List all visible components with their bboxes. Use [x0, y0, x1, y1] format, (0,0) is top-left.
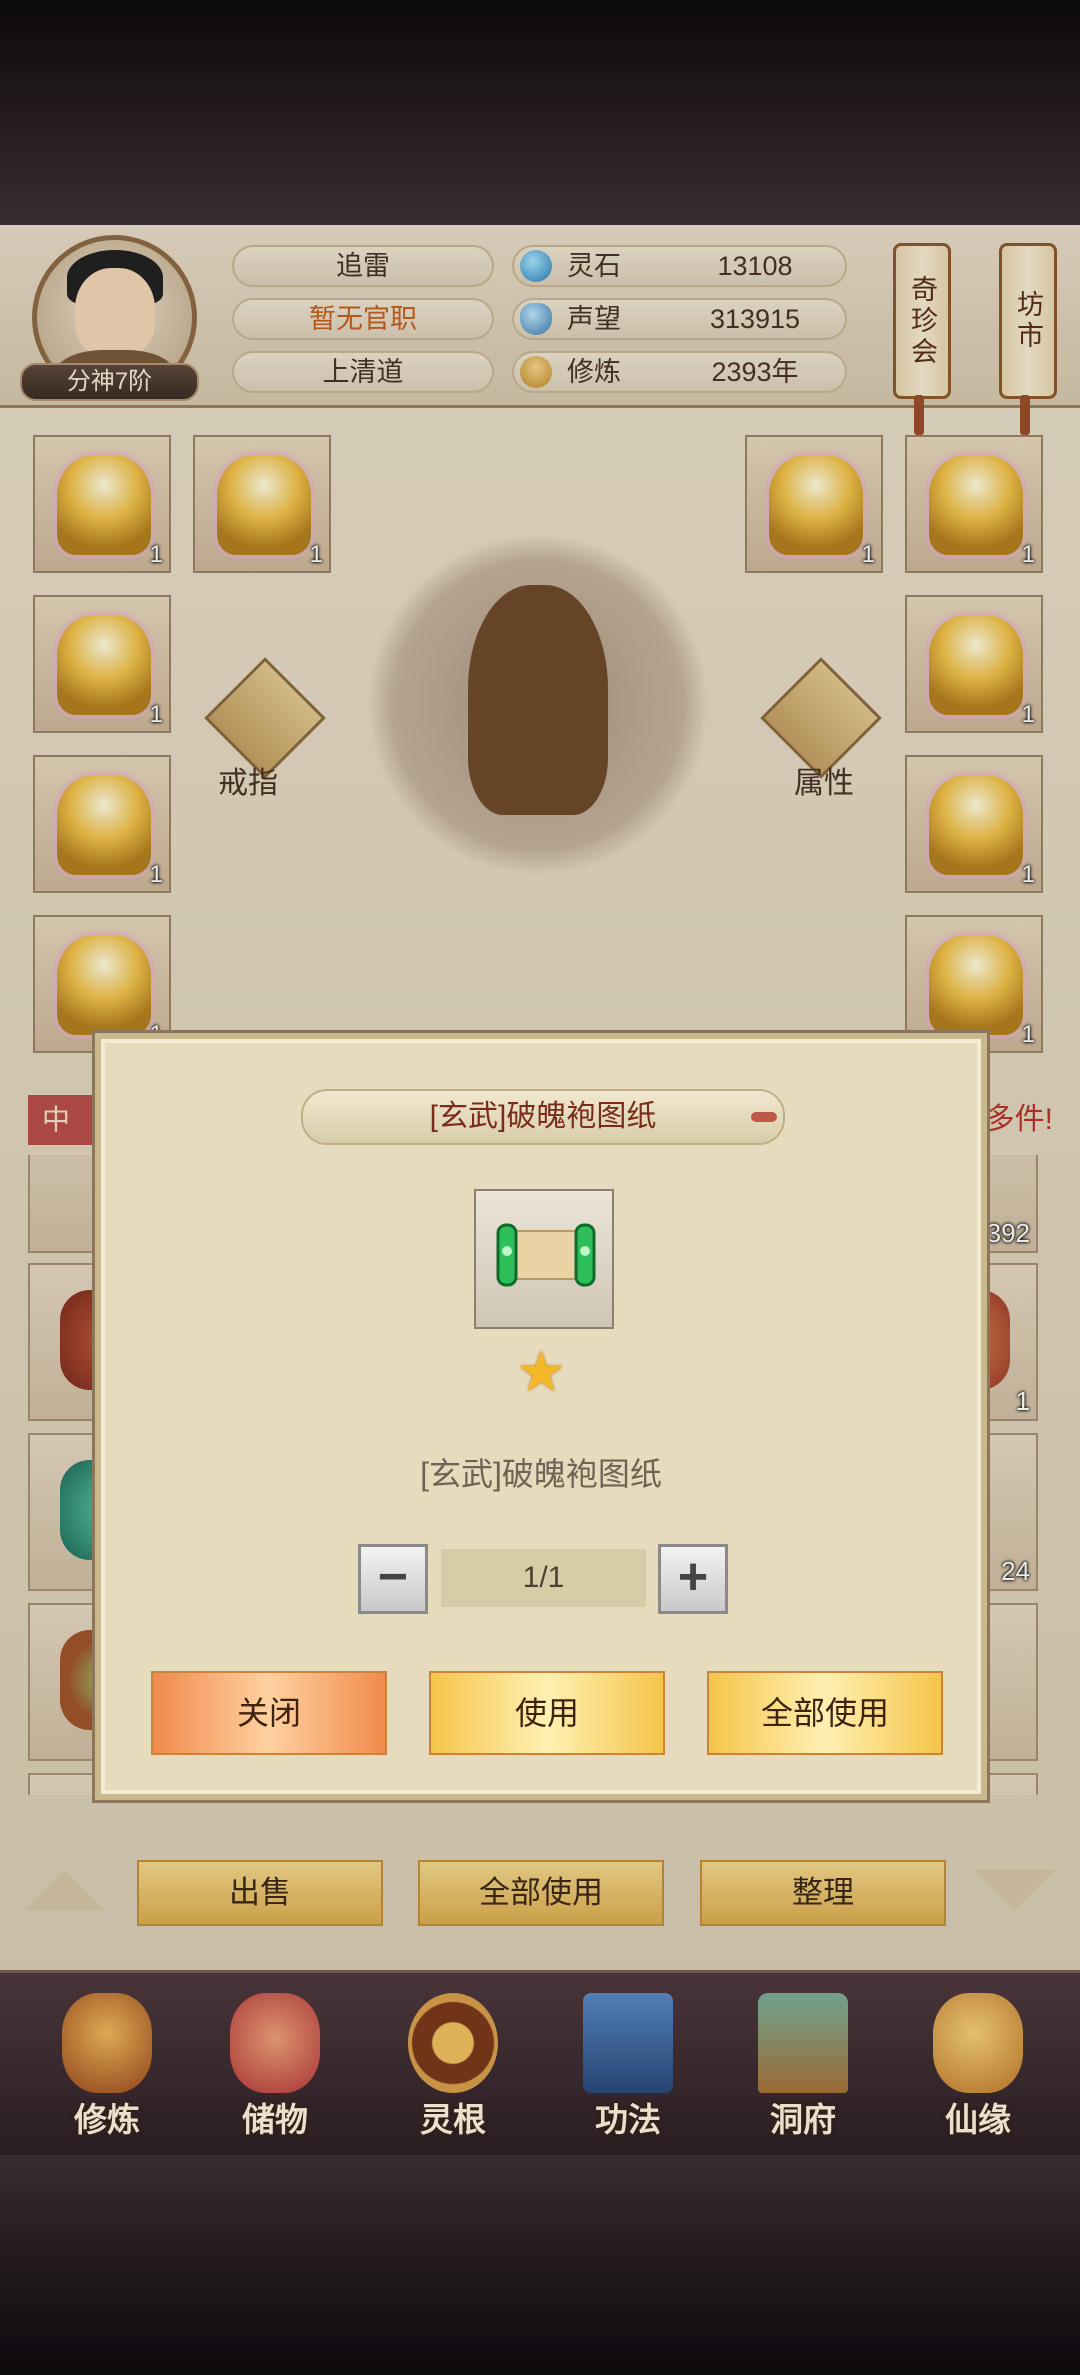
- title-ornament: [751, 1112, 777, 1122]
- close-button[interactable]: 关闭: [151, 1671, 387, 1755]
- item-name: [玄武]破魄袍图纸: [420, 1456, 662, 1492]
- top-letterbox: [0, 0, 1080, 225]
- use-button[interactable]: 使用: [429, 1671, 665, 1755]
- dialog-title: [玄武]破魄袍图纸: [301, 1089, 785, 1145]
- item-icon-frame: [474, 1189, 614, 1329]
- decrease-quantity-button[interactable]: −: [358, 1544, 428, 1614]
- rarity-star-icon: ★: [516, 1340, 567, 1403]
- game-screen: 分神7阶 追雷 暂无官职 上清道 灵石 13108 声望 313915 修炼 2…: [0, 225, 1080, 2155]
- increase-quantity-button[interactable]: +: [658, 1544, 728, 1614]
- scroll-blueprint-icon: [496, 1223, 596, 1287]
- use-all-button[interactable]: 全部使用: [707, 1671, 943, 1755]
- quantity-display: 1/1: [441, 1549, 646, 1607]
- item-use-dialog: [玄武]破魄袍图纸 ★ [玄武]破魄袍图纸 − 1/1 + 关闭 使用 全部使用: [95, 1033, 987, 1800]
- bottom-letterbox: [0, 2148, 1080, 2375]
